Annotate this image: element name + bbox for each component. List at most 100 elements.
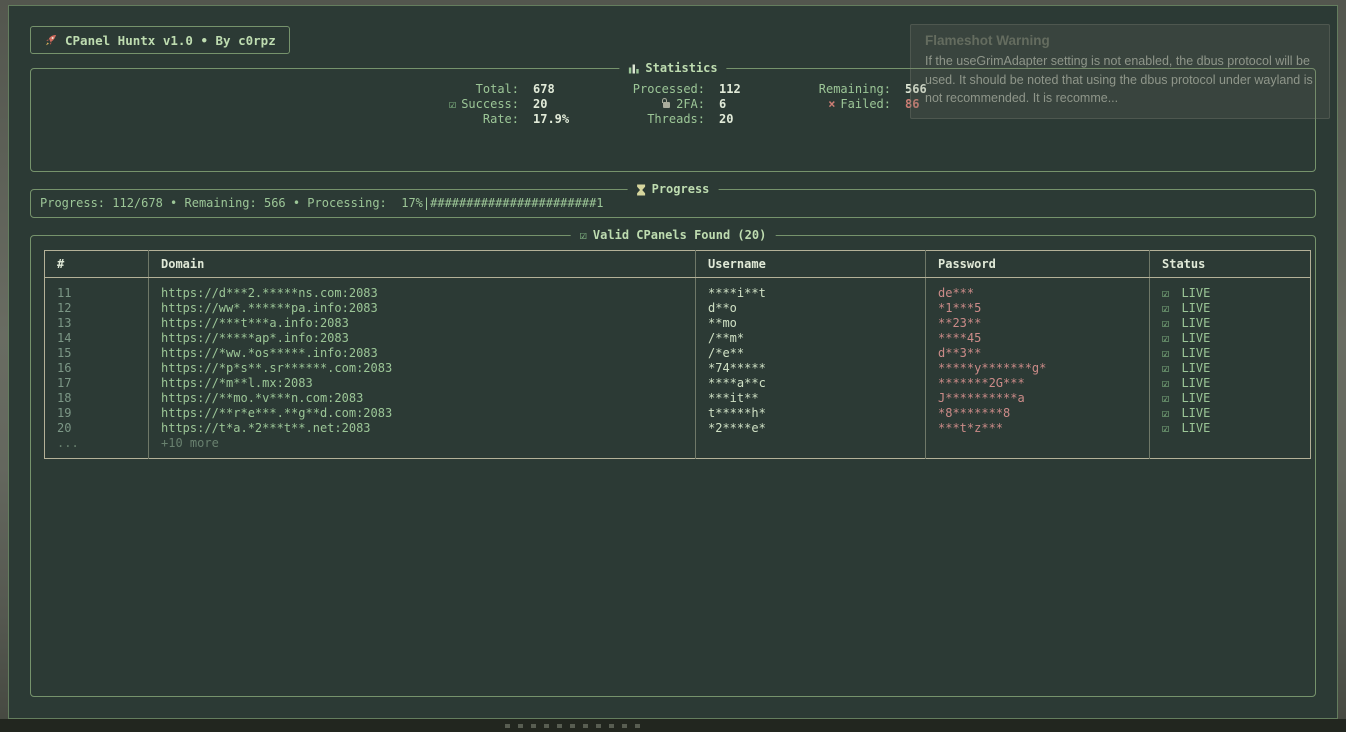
cell-domain: https://ww*.******pa.info:2083 [149,301,696,316]
table-row: 19https://**r*e***.**g**d.com:2083t*****… [45,406,1311,421]
stat-label: Remaining: [773,82,891,97]
cross-icon: × [828,97,835,111]
app-title-badge: CPanel Huntx v1.0 • By c0rpz [30,26,290,54]
row-number: 16 [45,361,149,376]
cell-username: /*e** [696,346,926,361]
stat-label: Total: [401,82,519,97]
stat-label [773,112,891,127]
hourglass-icon [637,184,646,196]
row-number: 15 [45,346,149,361]
row-number: 19 [45,406,149,421]
cell-username: *74***** [696,361,926,376]
cell-domain: https://*****ap*.info:2083 [149,331,696,346]
cell-status: ☑ LIVE [1150,376,1311,391]
table-row: 15https://*ww.*os*****.info:2083/*e**d**… [45,346,1311,361]
cell-domain: https://*p*s**.sr******.com:2083 [149,361,696,376]
table-row: 18https://**mo.*v***n.com:2083***it**J**… [45,391,1311,406]
cell-username: ***it** [696,391,926,406]
cell-domain: https://*m**l.mx:2083 [149,376,696,391]
stat-value: 17.9% [533,112,573,127]
cell-password: *1***5 [926,301,1150,316]
column-header-password: Password [926,251,1150,278]
checkbox-icon: ☑ [449,97,456,111]
bar-chart-icon [628,63,639,74]
row-number: 17 [45,376,149,391]
cell-domain: https://d***2.*****ns.com:2083 [149,278,696,302]
cell-password: **23** [926,316,1150,331]
cell-username: t*****h* [696,406,926,421]
cell-status: ☑ LIVE [1150,301,1311,316]
results-panel-title: ☑ Valid CPanels Found (20) [571,227,776,244]
cell-domain: https://t*a.*2***t**.net:2083 [149,421,696,436]
cell-domain: https://***t***a.info:2083 [149,316,696,331]
progress-title: Progress [652,181,710,198]
cell-username: d**o [696,301,926,316]
table-row: 16https://*p*s**.sr******.com:2083*74***… [45,361,1311,376]
table-row: 11https://d***2.*****ns.com:2083****i**t… [45,278,1311,302]
live-check-icon: ☑ [1162,346,1169,360]
cell-status: ☑ LIVE [1150,406,1311,421]
cell-password: ***t*z*** [926,421,1150,436]
progress-panel: Progress Progress: 112/678 • Remaining: … [30,189,1316,218]
live-check-icon: ☑ [1162,406,1169,420]
taskbar[interactable] [0,719,1346,732]
checkbox-icon: ☑ [580,227,587,244]
stat-label: Rate: [401,112,519,127]
live-check-icon: ☑ [1162,301,1169,315]
table-row: 14https://*****ap*.info:2083/**m*****45☑… [45,331,1311,346]
table-row: 17https://*m**l.mx:2083****a**c*******2G… [45,376,1311,391]
results-body: 11https://d***2.*****ns.com:2083****i**t… [45,278,1311,459]
taskbar-indicators [505,724,640,728]
statistics-title: Statistics [645,60,717,77]
cell-username: ****i**t [696,278,926,302]
column-header-domain: Domain [149,251,696,278]
cell-username: *2****e* [696,421,926,436]
row-number: 13 [45,316,149,331]
stat-value: 112 [719,82,759,97]
more-rows-label: +10 more [149,436,696,459]
column-header-num: # [45,251,149,278]
cell-username: **mo [696,316,926,331]
table-row-more: ...+10 more [45,436,1311,459]
notification-body: If the useGrimAdapter setting is not ena… [925,52,1315,108]
live-check-icon: ☑ [1162,286,1169,300]
table-row: 20https://t*a.*2***t**.net:2083*2****e**… [45,421,1311,436]
column-header-username: Username [696,251,926,278]
cell-domain: https://**mo.*v***n.com:2083 [149,391,696,406]
cell-status: ☑ LIVE [1150,346,1311,361]
stat-value: 20 [719,112,759,127]
row-number: 11 [45,278,149,302]
cell-username: /**m* [696,331,926,346]
stat-value: 678 [533,82,573,97]
notification-title: Flameshot Warning [925,33,1315,48]
live-check-icon: ☑ [1162,361,1169,375]
results-title: Valid CPanels Found (20) [593,227,766,244]
unlock-icon [662,98,671,109]
live-check-icon: ☑ [1162,376,1169,390]
table-row: 13https://***t***a.info:2083**mo**23**☑ … [45,316,1311,331]
flameshot-notification[interactable]: Flameshot Warning If the useGrimAdapter … [910,24,1330,119]
live-check-icon: ☑ [1162,391,1169,405]
stat-label: Threads: [587,112,705,127]
row-number: ... [45,436,149,459]
cell-status: ☑ LIVE [1150,391,1311,406]
cell-password: de*** [926,278,1150,302]
cell-status: ☑ LIVE [1150,331,1311,346]
progress-panel-title: Progress [628,181,719,198]
stat-label: ×Failed: [773,97,891,112]
cell-status [1150,436,1311,459]
cell-password: *******2G*** [926,376,1150,391]
cell-username [696,436,926,459]
cell-password [926,436,1150,459]
live-check-icon: ☑ [1162,316,1169,330]
stat-value: 6 [719,97,759,112]
cell-password: J**********a [926,391,1150,406]
row-number: 12 [45,301,149,316]
cell-status: ☑ LIVE [1150,421,1311,436]
stat-value: 20 [533,97,573,112]
cell-domain: https://**r*e***.**g**d.com:2083 [149,406,696,421]
live-check-icon: ☑ [1162,331,1169,345]
results-header-row: #DomainUsernamePasswordStatus [45,251,1311,278]
results-panel: ☑ Valid CPanels Found (20) #DomainUserna… [30,235,1316,697]
stat-label: ☑Success: [401,97,519,112]
